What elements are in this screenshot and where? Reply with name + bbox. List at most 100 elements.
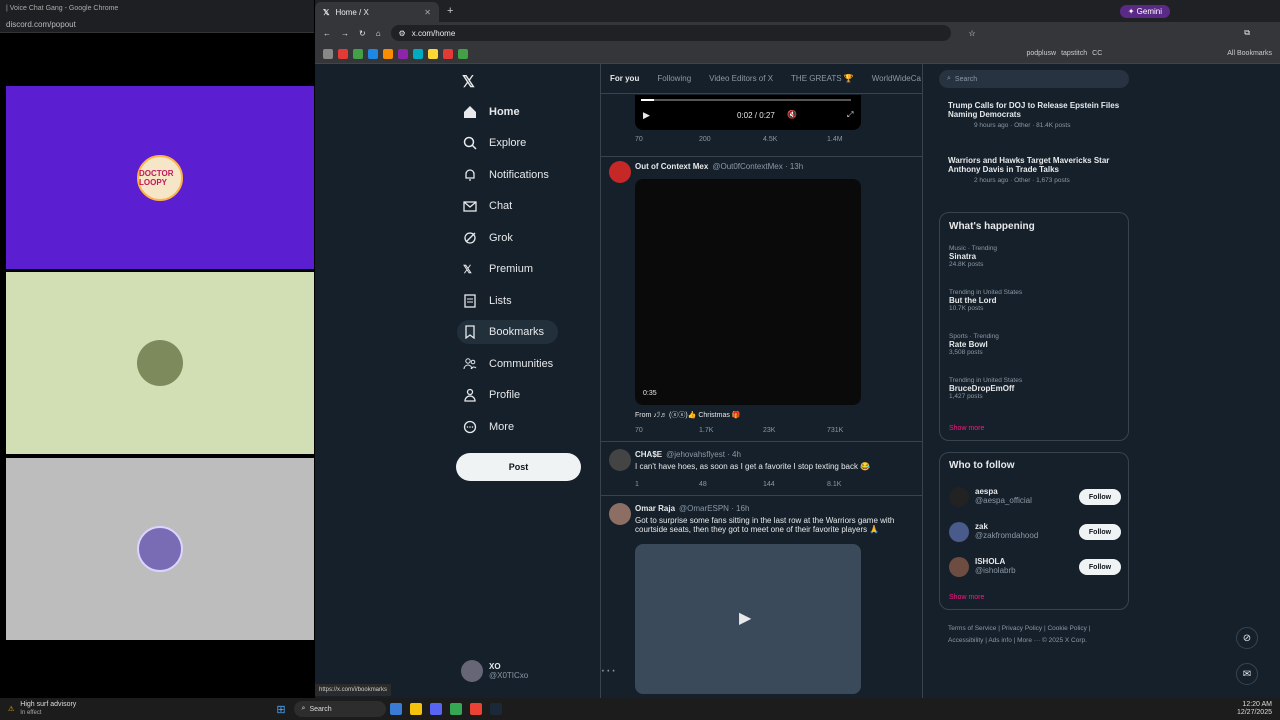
discord-icon[interactable] — [429, 703, 442, 715]
bookmark-tapstitch[interactable]: tapstitch — [1061, 50, 1087, 57]
tab-video-editors[interactable]: Video Editors of X — [709, 74, 773, 83]
chrome-icon[interactable] — [449, 703, 462, 715]
extensions-icon[interactable]: ⧉ — [1244, 28, 1250, 38]
grok-float-icon[interactable]: ⊘ — [1236, 627, 1258, 649]
clock[interactable]: 12:20 AM 12/27/2025 — [1237, 701, 1272, 717]
nav-communities[interactable]: Communities — [463, 352, 553, 376]
tab-following[interactable]: Following — [657, 74, 691, 83]
nav-explore[interactable]: Explore — [463, 131, 526, 155]
author-name[interactable]: Out of Context Mex — [635, 162, 708, 171]
weather-widget[interactable]: High surf advisory In effect — [20, 701, 76, 717]
reply-count[interactable]: 1 — [635, 481, 699, 488]
tweet[interactable]: Omar Raja @OmarESPN · 16h Got to surpris… — [601, 497, 922, 698]
play-icon[interactable]: ▶ — [739, 608, 751, 628]
all-bookmarks-button[interactable]: All Bookmarks — [1227, 50, 1272, 57]
nav-premium[interactable]: 𝕏 Premium — [463, 257, 533, 281]
nav-profile[interactable]: Profile — [463, 383, 520, 407]
search-input[interactable]: ⌕ Search — [939, 70, 1129, 88]
view-count[interactable]: 731K — [827, 427, 891, 434]
taskbar-search[interactable]: ⌕ Search — [293, 701, 386, 717]
like-count[interactable]: 23K — [763, 427, 827, 434]
bookmark-icon[interactable] — [383, 48, 393, 59]
footer-links[interactable]: Terms of Service | Privacy Policy | Cook… — [948, 623, 1123, 647]
apps-icon[interactable] — [323, 48, 333, 59]
video-player[interactable]: ▶ 0:02 / 0:27 🔇 ⤢ — [635, 95, 861, 130]
like-count[interactable]: 144 — [763, 481, 827, 488]
like-count[interactable]: 4.5K — [763, 136, 827, 143]
show-more-link[interactable]: Show more — [949, 594, 984, 601]
weather-icon[interactable]: ⚠ — [8, 705, 14, 713]
trend-item[interactable]: Sports · Trending Rate Bowl 3,508 posts — [949, 333, 999, 356]
repost-count[interactable]: 200 — [699, 136, 763, 143]
nav-home[interactable]: Home — [463, 100, 520, 124]
repost-count[interactable]: 48 — [699, 481, 763, 488]
nav-notifications[interactable]: Notifications — [463, 163, 549, 187]
app-icon[interactable] — [389, 703, 402, 715]
home-button-icon[interactable]: ⌂ — [376, 29, 381, 38]
view-count[interactable]: 8.1K — [827, 481, 891, 488]
bookmark-icon[interactable] — [368, 48, 378, 59]
address-bar[interactable]: ⚙ x.com/home — [390, 25, 951, 41]
follow-suggestion[interactable]: ISHOLA @isholabrb Follow — [949, 555, 1121, 579]
forward-icon[interactable]: → — [341, 29, 349, 38]
reply-count[interactable]: 70 — [635, 427, 699, 434]
tab-home-x[interactable]: 𝕏 Home / X ✕ — [315, 2, 439, 22]
follow-suggestion[interactable]: aespa @aespa_official Follow — [949, 485, 1121, 509]
trend-item[interactable]: Music · Trending Sinatra 24.8K posts — [949, 245, 997, 268]
trend-item[interactable]: Trending in United States But the Lord 1… — [949, 289, 1022, 312]
author-handle[interactable]: @Out0fContextMex · 13h — [712, 162, 803, 171]
reply-count[interactable]: 70 — [635, 136, 699, 143]
author-name[interactable]: Omar Raja — [635, 504, 675, 513]
voice-tile-2[interactable] — [6, 272, 314, 454]
back-icon[interactable]: ← — [323, 29, 331, 38]
steam-icon[interactable] — [489, 703, 502, 715]
x-logo-icon[interactable]: 𝕏 — [462, 72, 475, 92]
tab-for-you[interactable]: For you — [610, 74, 639, 83]
bookmark-icon[interactable] — [338, 48, 348, 59]
start-icon[interactable]: ⊞ — [276, 703, 285, 716]
gemini-button[interactable]: ✦ Gemini — [1119, 4, 1170, 18]
mute-icon[interactable]: 🔇 — [787, 110, 797, 119]
nav-bookmarks[interactable]: Bookmarks — [457, 320, 559, 344]
nav-grok[interactable]: Grok — [463, 226, 513, 250]
new-tab-icon[interactable]: + — [447, 5, 453, 17]
view-count[interactable]: 1.4M — [827, 136, 891, 143]
tweet[interactable]: CHA$E @jehovahsflyest · 4h I can't have … — [601, 443, 922, 496]
app-icon[interactable] — [469, 703, 482, 715]
video-source[interactable]: From ♪ℐ♬ (ⓧⓧ)👍 Christmas 🎁 — [635, 410, 741, 420]
bookmark-icon[interactable] — [398, 48, 408, 59]
tab-the-greats[interactable]: THE GREATS 🏆 — [791, 74, 854, 83]
trend-item[interactable]: Trending in United States BruceDropEmOff… — [949, 377, 1022, 400]
voice-tile-1[interactable]: DOCTOR LOOPY — [6, 86, 314, 269]
nav-chat[interactable]: Chat — [463, 194, 512, 218]
video-progress[interactable] — [641, 99, 851, 101]
close-tab-icon[interactable]: ✕ — [424, 8, 431, 17]
account-switcher[interactable]: XO @X0TICxo ··· — [461, 660, 616, 682]
follow-button[interactable]: Follow — [1079, 524, 1121, 540]
post-button[interactable]: Post — [456, 453, 581, 481]
messages-float-icon[interactable]: ✉ — [1236, 663, 1258, 685]
tweet[interactable]: ▶ 0:02 / 0:27 🔇 ⤢ 70 200 4.5K 1.4M — [601, 95, 922, 157]
news-item[interactable]: Trump Calls for DOJ to Release Epstein F… — [948, 101, 1126, 129]
video-thumbnail[interactable]: ▶ — [635, 544, 861, 694]
voice-tile-3[interactable] — [6, 458, 314, 640]
follow-button[interactable]: Follow — [1079, 489, 1121, 505]
bookmark-cc[interactable]: CC — [1092, 50, 1102, 57]
nav-lists[interactable]: Lists — [463, 289, 512, 313]
author-handle[interactable]: @OmarESPN · 16h — [679, 504, 749, 513]
tweet[interactable]: Out of Context Mex @Out0fContextMex · 13… — [601, 157, 922, 442]
show-more-link[interactable]: Show more — [949, 425, 984, 432]
bookmark-icon[interactable] — [413, 48, 423, 59]
nav-more[interactable]: More — [463, 415, 514, 439]
bookmark-icon[interactable] — [428, 48, 438, 59]
play-icon[interactable]: ▶ — [643, 110, 650, 121]
video-thumbnail[interactable]: 0:35 — [635, 179, 861, 405]
tab-worldwideca[interactable]: WorldWideCa — [872, 74, 921, 83]
author-name[interactable]: CHA$E — [635, 450, 662, 459]
follow-suggestion[interactable]: zak @zakfromdahood Follow — [949, 520, 1121, 544]
repost-count[interactable]: 1.7K — [699, 427, 763, 434]
bookmark-icon[interactable] — [458, 48, 468, 59]
author-handle[interactable]: @jehovahsflyest · 4h — [666, 450, 741, 459]
bookmark-icon[interactable] — [353, 48, 363, 59]
fullscreen-icon[interactable]: ⤢ — [847, 110, 853, 120]
